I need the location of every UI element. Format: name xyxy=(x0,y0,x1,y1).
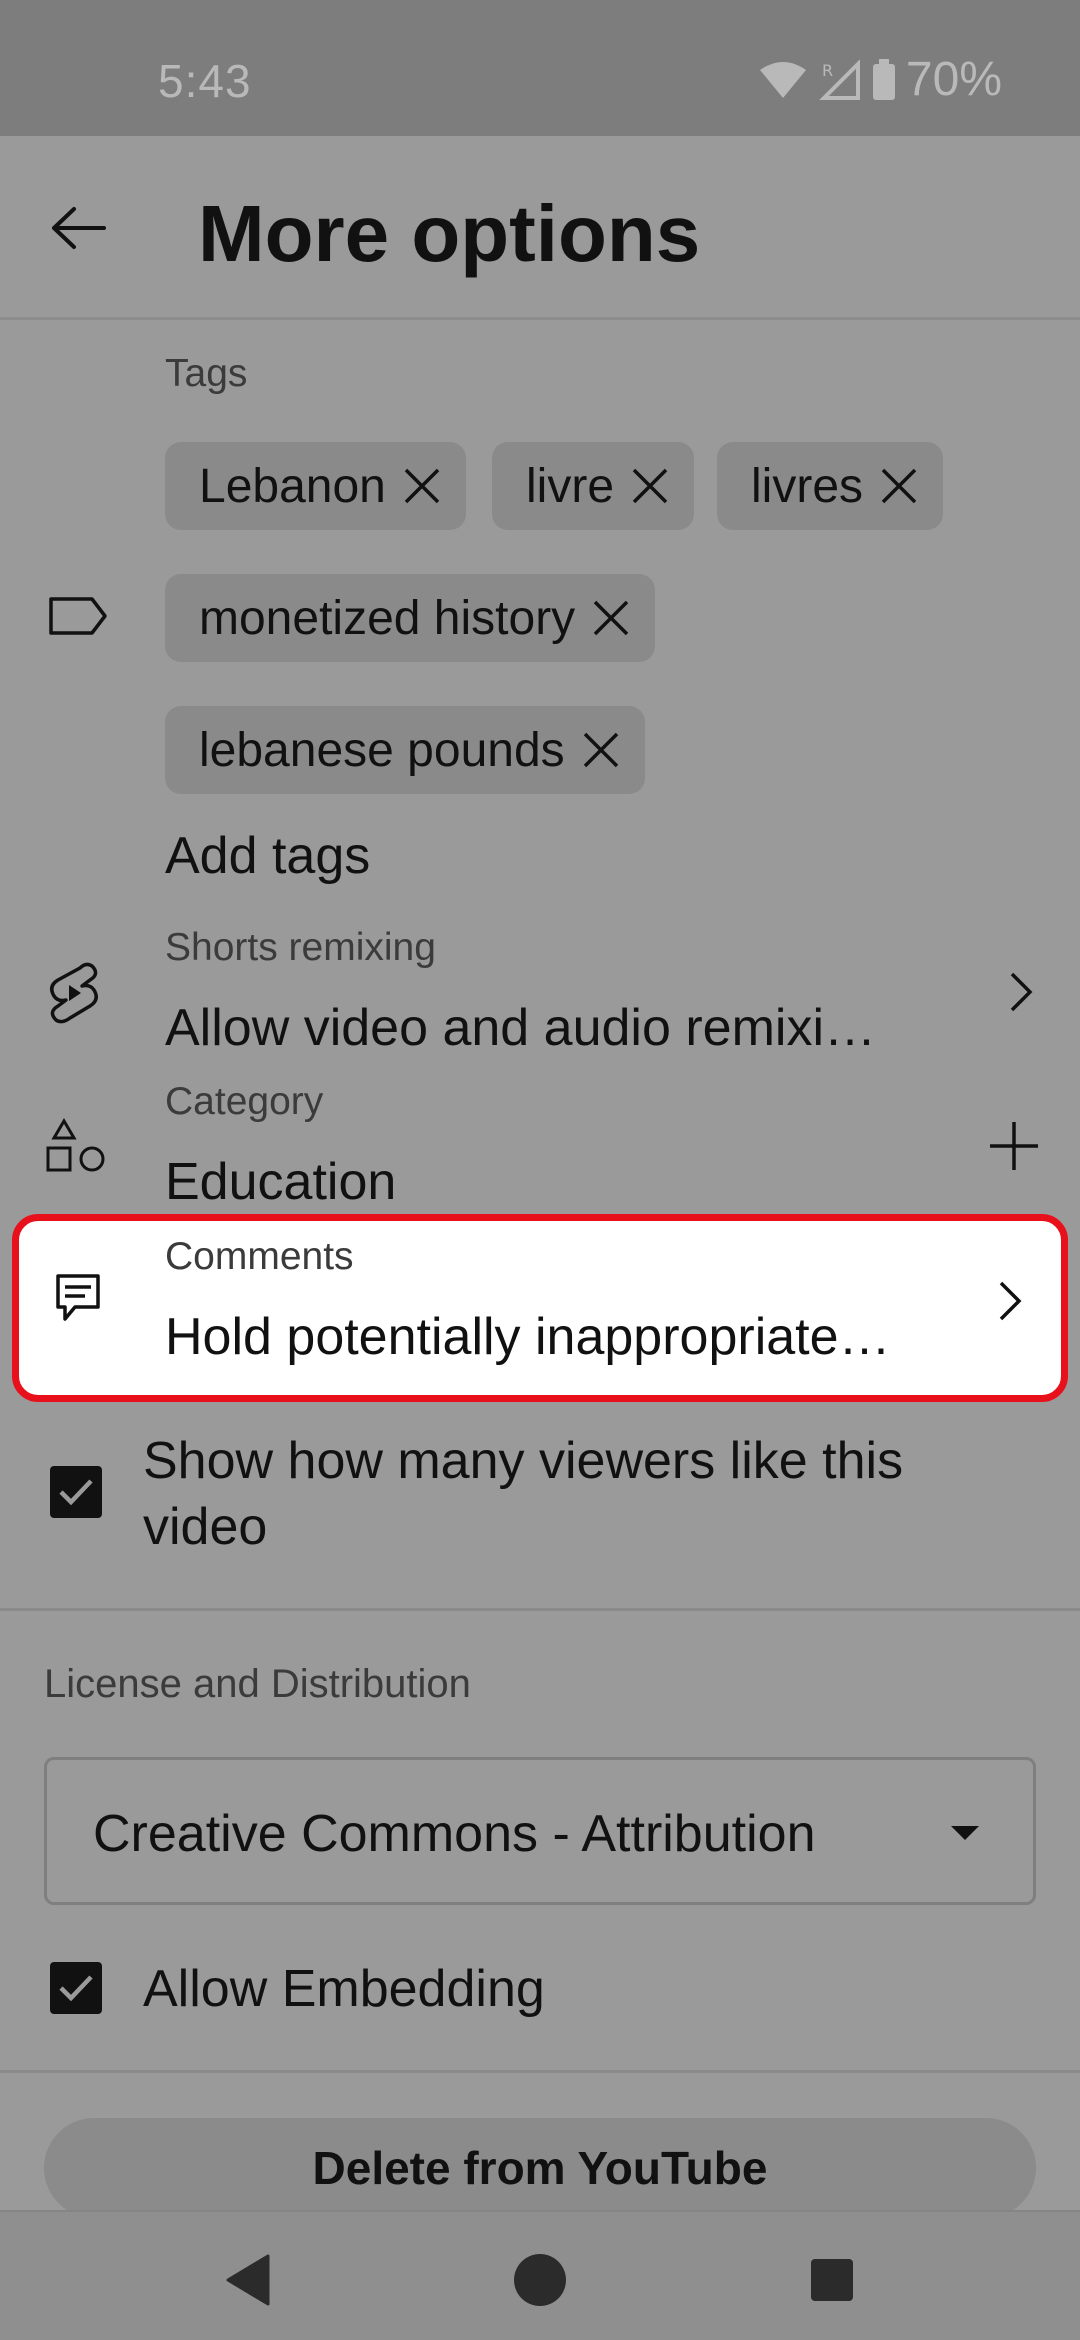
tag-chip[interactable]: livres xyxy=(717,442,944,530)
plus-icon[interactable] xyxy=(988,1120,1040,1172)
tag-chip[interactable]: livre xyxy=(492,442,695,530)
battery-icon xyxy=(872,58,895,100)
comment-icon xyxy=(56,1274,100,1321)
nav-home-button[interactable] xyxy=(510,2250,570,2310)
check-icon xyxy=(59,1975,93,2002)
chevron-right-icon xyxy=(1010,972,1033,1012)
svg-text:R: R xyxy=(822,61,833,80)
remove-tag-icon[interactable] xyxy=(400,464,444,508)
shorts-remixing-value: Allow video and audio remixi… xyxy=(165,999,877,1057)
check-icon xyxy=(59,1479,93,1506)
arrow-left-icon xyxy=(52,207,106,249)
tag-chip[interactable]: lebanese pounds xyxy=(165,706,645,794)
license-section-label: License and Distribution xyxy=(44,1662,471,1706)
remove-tag-icon[interactable] xyxy=(877,464,921,508)
delete-from-youtube-button[interactable]: Delete from YouTube xyxy=(44,2118,1036,2218)
header: More options xyxy=(0,136,1080,320)
shorts-remixing-label: Shorts remixing xyxy=(165,926,436,969)
battery-percent: 70% xyxy=(905,53,1002,106)
nav-back-button[interactable] xyxy=(218,2250,278,2310)
shorts-icon xyxy=(50,962,98,1024)
license-dropdown[interactable]: Creative Commons - Attribution xyxy=(44,1757,1036,1905)
category-value: Education xyxy=(165,1153,397,1211)
comments-row[interactable]: Comments Hold potentially inappropriate… xyxy=(12,1214,1068,1402)
caret-down-icon xyxy=(951,1826,979,1840)
signal-icon: R xyxy=(819,59,860,100)
status-icons: R 70% xyxy=(758,52,1002,107)
remove-tag-icon[interactable] xyxy=(589,596,633,640)
circle-home-icon xyxy=(514,2254,566,2306)
allow-embedding-checkbox[interactable] xyxy=(50,1962,102,2014)
wifi-icon xyxy=(759,61,806,98)
system-nav-bar xyxy=(0,2210,1080,2340)
license-selected-value: Creative Commons - Attribution xyxy=(93,1805,816,1863)
tag-chip[interactable]: monetized history xyxy=(165,574,656,662)
status-time: 5:43 xyxy=(158,55,252,107)
tag-icon xyxy=(49,597,107,635)
page-title: More options xyxy=(198,189,701,278)
status-bar: 5:43 R 70% xyxy=(0,0,1080,136)
tags-label: Tags xyxy=(165,352,248,395)
chevron-right-icon xyxy=(999,1281,1022,1321)
add-tags-input[interactable]: Add tags xyxy=(165,826,370,886)
nav-recents-button[interactable] xyxy=(802,2250,862,2310)
comments-value: Hold potentially inappropriate… xyxy=(165,1308,891,1366)
back-button[interactable] xyxy=(40,190,116,266)
comments-label: Comments xyxy=(165,1235,354,1278)
square-recents-icon xyxy=(811,2259,853,2301)
divider xyxy=(0,2070,1080,2073)
show-likes-label: Show how many viewers like this video xyxy=(143,1432,904,1556)
tag-chip[interactable]: Lebanon xyxy=(165,442,466,530)
remove-tag-icon[interactable] xyxy=(628,464,672,508)
category-label: Category xyxy=(165,1080,324,1123)
remove-tag-icon[interactable] xyxy=(579,728,623,772)
category-icon xyxy=(46,1118,105,1172)
divider xyxy=(0,1608,1080,1611)
allow-embedding-label: Allow Embedding xyxy=(143,1960,545,2018)
triangle-back-icon xyxy=(226,2254,270,2306)
show-likes-checkbox[interactable] xyxy=(50,1466,102,1518)
screen: 5:43 R 70% More options Tags Lebanon liv… xyxy=(0,0,1080,2340)
